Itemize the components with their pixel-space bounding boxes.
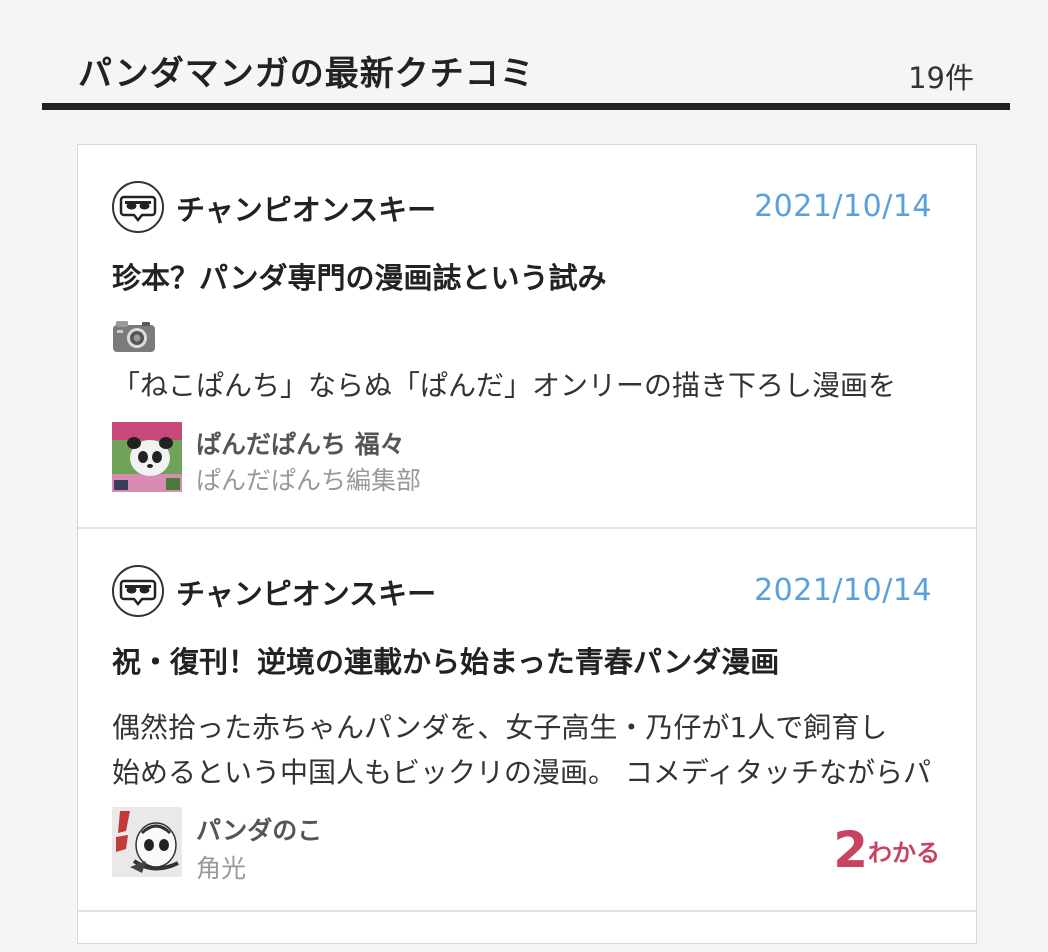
- section-title: パンダマンガの最新クチコミ: [78, 54, 535, 94]
- book-cover-thumbnail[interactable]: [112, 807, 182, 877]
- review-excerpt: 偶然拾った赤ちゃんパンダを、女子高生・乃仔が1人で飼育し 始めるという中国人もビ…: [112, 705, 952, 795]
- reviewer-name[interactable]: チャンピオンスキー: [176, 187, 436, 229]
- review-list: チャンピオンスキー 2021/10/14 珍本？パンダ専門の漫画誌という試み 「…: [77, 144, 977, 944]
- review-card[interactable]: チャンピオンスキー 2021/10/14 珍本？パンダ専門の漫画誌という試み 「…: [78, 145, 976, 527]
- review-title[interactable]: 祝・復刊！逆境の連載から始まった青春パンダ漫画: [112, 639, 779, 681]
- review-date: 2021/10/14: [754, 189, 932, 224]
- book-title[interactable]: ぱんだぱんち 福々: [196, 425, 405, 461]
- book-author: ぱんだぱんち編集部: [196, 466, 422, 495]
- agree-label: わかる: [868, 839, 940, 867]
- review-count: 19件: [908, 61, 974, 95]
- camera-icon: [112, 319, 156, 353]
- sunglasses-avatar-icon[interactable]: [112, 181, 164, 233]
- section-header: パンダマンガの最新クチコミ 19件: [42, 0, 1010, 110]
- agree-button[interactable]: 2わかる: [833, 821, 940, 879]
- excerpt-line: 始めるという中国人もビックリの漫画。 コメディタッチながらパ: [112, 756, 931, 789]
- review-excerpt: 「ねこぱんち」ならぬ「ぱんだ」オンリーの描き下ろし漫画を: [112, 363, 952, 408]
- book-cover-thumbnail[interactable]: [112, 422, 182, 492]
- excerpt-line: 「ねこぱんち」ならぬ「ぱんだ」オンリーの描き下ろし漫画を: [112, 369, 897, 402]
- agree-count: 2: [833, 821, 868, 879]
- excerpt-line: 偶然拾った赤ちゃんパンダを、女子高生・乃仔が1人で飼育し: [112, 711, 888, 744]
- reviewer-name[interactable]: チャンピオンスキー: [176, 571, 436, 613]
- review-card[interactable]: [78, 910, 976, 952]
- book-title[interactable]: パンダのこ: [196, 811, 322, 847]
- review-title[interactable]: 珍本？パンダ専門の漫画誌という試み: [112, 255, 606, 297]
- review-date: 2021/10/14: [754, 573, 932, 608]
- sunglasses-avatar-icon[interactable]: [112, 565, 164, 617]
- review-card[interactable]: チャンピオンスキー 2021/10/14 祝・復刊！逆境の連載から始まった青春パ…: [78, 527, 976, 912]
- book-author: 角光: [196, 854, 247, 883]
